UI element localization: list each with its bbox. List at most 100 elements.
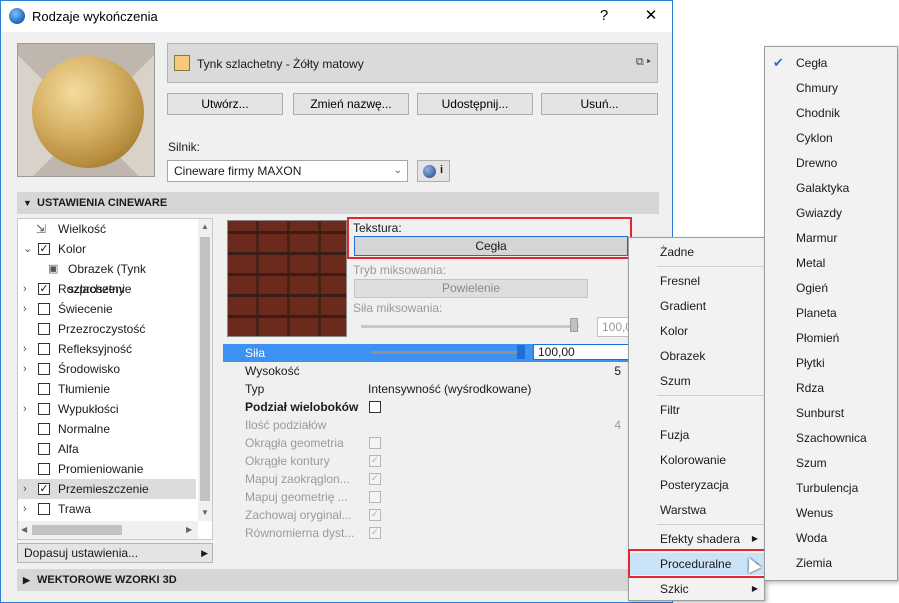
tree-item-size[interactable]: ⇲ Wielkość [18, 219, 196, 239]
checkbox[interactable] [38, 403, 50, 415]
submenu-item-metal[interactable]: Metal [765, 252, 897, 274]
checkbox[interactable] [369, 401, 381, 413]
checkbox[interactable] [38, 323, 50, 335]
menu-item-image[interactable]: Obrazek [629, 345, 764, 367]
expand-toggle-icon[interactable]: › [23, 339, 27, 359]
rename-button[interactable]: Zmień nazwę... [293, 93, 409, 115]
submenu-item-rust[interactable]: Rdza [765, 377, 897, 399]
submenu-item-turbulence[interactable]: Turbulencja [765, 477, 897, 499]
menu-item-fresnel[interactable]: Fresnel [629, 270, 764, 292]
mix-mode-button[interactable]: Powielenie [354, 279, 588, 298]
material-selector[interactable]: Tynk szlachetny - Żółty matowy ⧉ ▸ [167, 43, 658, 83]
submenu-item-earth[interactable]: Ziemia [765, 552, 897, 574]
submenu-item-wood[interactable]: Drewno [765, 152, 897, 174]
submenu-item-pavement[interactable]: Chodnik [765, 102, 897, 124]
checkbox[interactable] [38, 443, 50, 455]
prop-row-type[interactable]: Typ Intensywność (wyśrodkowane) [223, 380, 629, 398]
tree-item-normal[interactable]: Normalne [18, 419, 196, 439]
expand-toggle-icon[interactable]: › [23, 479, 27, 499]
menu-item-color[interactable]: Kolor [629, 320, 764, 342]
tree-item-image[interactable]: ▣ Obrazek (Tynk szlachetny [18, 259, 196, 296]
prop-value[interactable]: 5 [614, 362, 621, 380]
menu-item-noise[interactable]: Szum [629, 370, 764, 392]
mix-strength-slider[interactable] [361, 325, 579, 328]
scroll-down-icon[interactable]: ▼ [201, 508, 209, 517]
expand-toggle-icon[interactable]: › [23, 359, 27, 379]
prop-row-polygon-split[interactable]: Podział wieloboków [223, 398, 629, 416]
checkbox[interactable]: ✓ [38, 483, 50, 495]
strength-value[interactable]: 100,00 [533, 344, 629, 360]
submenu-item-checkerboard[interactable]: Szachownica [765, 427, 897, 449]
tree-item-luminance[interactable]: › Świecenie [18, 299, 196, 319]
engine-select[interactable]: Cineware firmy MAXON ⌄ [167, 160, 408, 182]
checkbox[interactable]: ✓ [38, 243, 50, 255]
submenu-item-tiles[interactable]: Płytki [765, 352, 897, 374]
submenu-item-brick[interactable]: ✔ Cegła [765, 52, 897, 74]
submenu-item-fire[interactable]: Ogień [765, 277, 897, 299]
checkbox[interactable] [38, 343, 50, 355]
adjust-settings-button[interactable]: Dopasuj ustawienia... ▶ [17, 543, 213, 563]
submenu-item-marble[interactable]: Marmur [765, 227, 897, 249]
menu-item-fusion[interactable]: Fuzja [629, 424, 764, 446]
menu-item-filter[interactable]: Filtr [629, 399, 764, 421]
menu-item-gradient[interactable]: Gradient [629, 295, 764, 317]
submenu-item-clouds[interactable]: Chmury [765, 77, 897, 99]
scroll-left-icon[interactable]: ◀ [21, 525, 27, 534]
submenu-item-flame[interactable]: Płomień [765, 327, 897, 349]
strength-slider[interactable] [371, 351, 521, 354]
mix-strength-knob[interactable] [570, 318, 578, 332]
checkbox[interactable] [38, 503, 50, 515]
cineware-section-header[interactable]: ▼ USTAWIENIA CINEWARE [17, 192, 659, 214]
tree-vertical-scrollbar[interactable]: ▲ ▼ [198, 219, 212, 521]
tree-item-illumination[interactable]: Promieniowanie [18, 459, 196, 479]
engine-info-button[interactable]: i [417, 160, 450, 182]
tree-item-color[interactable]: ⌄ ✓ Kolor [18, 239, 196, 259]
scrollbar-thumb[interactable] [32, 525, 122, 535]
tree-item-alpha[interactable]: Alfa [18, 439, 196, 459]
tree-horizontal-scrollbar[interactable]: ◀ ▶ [18, 521, 198, 539]
submenu-item-venus[interactable]: Wenus [765, 502, 897, 524]
prop-row-height[interactable]: Wysokość 5 [223, 362, 629, 380]
expand-toggle-icon[interactable]: › [23, 299, 27, 319]
menu-item-shader-effects[interactable]: Efekty shadera ▶ [629, 528, 764, 550]
vector-section-header[interactable]: ▶ WEKTOROWE WZORKI 3D [17, 569, 659, 591]
expand-toggle-icon[interactable]: ⌄ [23, 239, 32, 259]
submenu-item-planet[interactable]: Planeta [765, 302, 897, 324]
expand-toggle-icon[interactable]: › [23, 279, 27, 299]
scrollbar-thumb[interactable] [200, 237, 210, 501]
checkbox[interactable]: ✓ [38, 283, 50, 295]
strength-knob[interactable] [517, 345, 525, 359]
scroll-right-icon[interactable]: ▶ [186, 525, 192, 534]
submenu-item-stars[interactable]: Gwiazdy [765, 202, 897, 224]
tree-item-grass[interactable]: › Trawa [18, 499, 196, 519]
submenu-item-noise[interactable]: Szum [765, 452, 897, 474]
tree-item-displacement[interactable]: › ✓ Przemieszczenie [18, 479, 196, 499]
menu-item-posterize[interactable]: Posteryzacja [629, 474, 764, 496]
submenu-item-galaxy[interactable]: Galaktyka [765, 177, 897, 199]
menu-item-none[interactable]: Żadne [629, 241, 764, 263]
prop-value[interactable]: Intensywność (wyśrodkowane) [368, 380, 531, 398]
texture-button[interactable]: Cegła [354, 236, 628, 256]
scroll-up-icon[interactable]: ▲ [201, 222, 209, 231]
checkbox[interactable] [38, 363, 50, 375]
submenu-item-cyclone[interactable]: Cyklon [765, 127, 897, 149]
help-button[interactable]: ? [584, 5, 624, 27]
submenu-item-sunburst[interactable]: Sunburst [765, 402, 897, 424]
menu-item-layer[interactable]: Warstwa [629, 499, 764, 521]
create-button[interactable]: Utwórz... [167, 93, 283, 115]
tree-item-environment[interactable]: › Środowisko [18, 359, 196, 379]
close-button[interactable]: ✕ [631, 5, 671, 27]
tree-item-transparency[interactable]: Przezroczystość [18, 319, 196, 339]
material-menu-icon[interactable]: ⧉ ▸ [636, 56, 651, 69]
tree-item-fog[interactable]: Tłumienie [18, 379, 196, 399]
tree-item-diffusion[interactable]: › ✓ Rozproszenie [18, 279, 196, 299]
checkbox[interactable] [38, 303, 50, 315]
tree-item-bump[interactable]: › Wypukłości [18, 399, 196, 419]
mix-strength-value[interactable]: 100,0 [597, 317, 632, 337]
checkbox[interactable] [38, 423, 50, 435]
checkbox[interactable] [38, 463, 50, 475]
expand-toggle-icon[interactable]: › [23, 499, 27, 519]
share-button[interactable]: Udostępnij... [417, 93, 533, 115]
tree-item-reflectance[interactable]: › Refleksyjność [18, 339, 196, 359]
delete-button[interactable]: Usuń... [541, 93, 658, 115]
